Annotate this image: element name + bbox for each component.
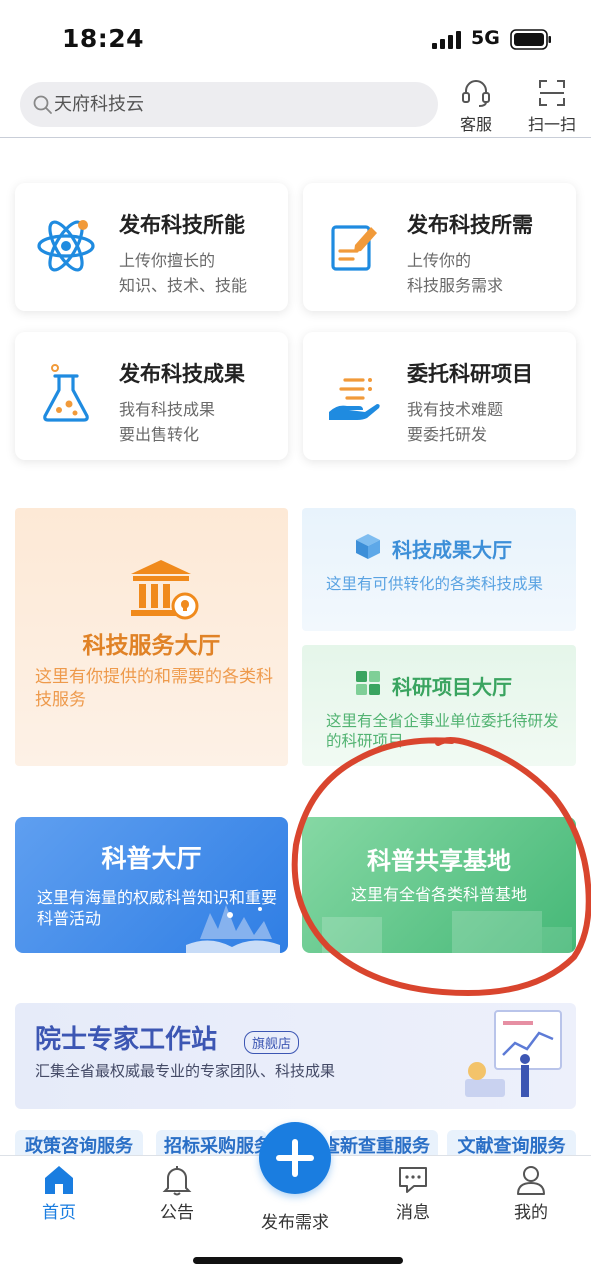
science-hall-title: 科普大厅 <box>101 844 202 873</box>
results-hall-card[interactable]: 科技成果大厅 这里有可供转化的各类科技成果 <box>302 508 576 631</box>
customer-service-button[interactable]: 客服 <box>446 78 506 134</box>
battery-icon <box>510 29 551 50</box>
results-hall-desc: 这里有可供转化的各类科技成果 <box>326 575 544 593</box>
chat-icon <box>399 1167 427 1193</box>
buildings-illustration <box>322 911 572 953</box>
edit-document-icon <box>331 225 377 271</box>
card-desc: 科技服务需求 <box>407 276 504 295</box>
nav-notice[interactable]: 公告 <box>132 1164 222 1223</box>
card-desc: 要出售转化 <box>119 425 200 444</box>
nav-messages[interactable]: 消息 <box>368 1164 458 1223</box>
scan-icon <box>539 80 565 106</box>
card-title: 发布科技成果 <box>119 362 245 386</box>
status-time: 18:24 <box>62 24 145 53</box>
hand-task-icon <box>329 378 380 420</box>
scan-label: 扫一扫 <box>527 115 576 134</box>
expert-station-banner[interactable]: 院士专家工作站 旗舰店 汇集全省最权威最专业的专家团队、科技成果 <box>15 1003 576 1109</box>
publish-demand-label: 发布需求 <box>261 1213 329 1233</box>
entrust-project-card[interactable]: 委托科研项目 我有技术难题 要委托研发 <box>303 332 576 460</box>
plus-icon <box>276 1139 314 1177</box>
card-desc: 上传你擅长的 <box>119 251 216 270</box>
card-desc: 我有科技成果 <box>119 400 216 419</box>
card-desc: 知识、技术、技能 <box>119 276 248 295</box>
nav-messages-label: 消息 <box>396 1203 430 1223</box>
card-title: 委托科研项目 <box>407 362 533 386</box>
home-indicator <box>193 1257 403 1264</box>
projects-hall-desc: 这里有全省企事业单位委托待研发的科研项目 <box>326 712 559 750</box>
signal-icon <box>432 31 461 49</box>
science-base-title: 科普共享基地 <box>367 847 511 875</box>
nav-home-label: 首页 <box>42 1203 76 1223</box>
customer-service-label: 客服 <box>459 115 492 134</box>
publish-demand-card[interactable]: 发布科技所需 上传你的 科技服务需求 <box>303 183 576 311</box>
expert-station-title: 院士专家工作站 <box>35 1025 218 1055</box>
building-icon <box>131 560 199 620</box>
search-input[interactable] <box>54 82 434 127</box>
home-icon <box>45 1166 73 1194</box>
service-hall-card[interactable]: 科技服务大厅 这里有你提供的和需要的各类科技服务 <box>15 508 288 766</box>
nav-mine-label: 我的 <box>514 1203 548 1223</box>
nav-home[interactable]: 首页 <box>14 1164 104 1223</box>
user-icon <box>517 1166 545 1195</box>
presentation-illustration <box>465 1010 562 1097</box>
projects-hall-card[interactable]: 科研项目大厅 这里有全省企事业单位委托待研发的科研项目 <box>302 645 576 766</box>
card-desc: 我有技术难题 <box>407 400 504 419</box>
flask-icon <box>43 364 89 422</box>
open-book-icon <box>186 905 280 953</box>
card-desc: 上传你的 <box>407 251 472 270</box>
nav-notice-label: 公告 <box>160 1203 194 1223</box>
publish-demand-button[interactable] <box>259 1122 331 1194</box>
scan-button[interactable]: 扫一扫 <box>522 78 582 134</box>
results-hall-title: 科技成果大厅 <box>392 538 512 562</box>
card-title: 发布科技所能 <box>119 213 245 237</box>
network-type: 5G <box>471 27 500 49</box>
expert-station-desc: 汇集全省最权威最专业的专家团队、科技成果 <box>35 1062 336 1080</box>
search-icon <box>33 95 52 114</box>
card-desc: 要委托研发 <box>407 425 488 444</box>
flagship-badge: 旗舰店 <box>244 1031 300 1054</box>
status-bar: 18:24 5G <box>0 0 591 70</box>
service-hall-desc: 这里有你提供的和需要的各类科技服务 <box>35 667 273 710</box>
cube-icon <box>356 534 380 559</box>
science-hall-banner[interactable]: 科普大厅 这里有海量的权威科普知识和重要科普活动 <box>15 817 288 953</box>
card-title: 发布科技所需 <box>407 213 533 237</box>
bell-icon <box>162 1166 192 1196</box>
headset-icon <box>462 80 490 107</box>
science-base-banner[interactable]: 科普共享基地 这里有全省各类科普基地 <box>302 817 576 953</box>
publish-capability-card[interactable]: 发布科技所能 上传你擅长的 知识、技术、技能 <box>15 183 288 311</box>
nav-mine[interactable]: 我的 <box>486 1164 576 1223</box>
top-header: 客服 扫一扫 <box>0 70 591 138</box>
publish-result-card[interactable]: 发布科技成果 我有科技成果 要出售转化 <box>15 332 288 460</box>
service-hall-title: 科技服务大厅 <box>82 633 221 659</box>
science-base-desc: 这里有全省各类科普基地 <box>350 885 527 904</box>
grid-icon <box>356 671 380 695</box>
projects-hall-title: 科研项目大厅 <box>392 675 512 699</box>
atom-icon <box>37 220 95 272</box>
